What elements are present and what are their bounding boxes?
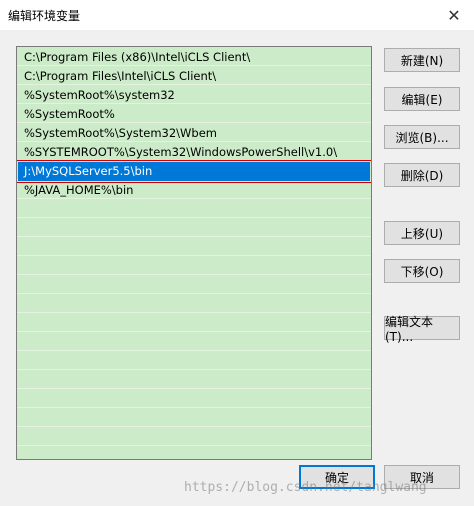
path-listbox[interactable]: C:\Program Files (x86)\Intel\iCLS Client…	[16, 46, 372, 460]
path-list-item[interactable]: J:\MySQLServer5.5\bin	[17, 160, 371, 183]
browse-button[interactable]: 浏览(B)...	[384, 125, 460, 149]
move-up-button[interactable]: 上移(U)	[384, 221, 460, 245]
path-list-item[interactable]: C:\Program Files (x86)\Intel\iCLS Client…	[18, 48, 370, 67]
edit-env-var-dialog: 编辑环境变量 ✕ C:\Program Files (x86)\Intel\iC…	[0, 0, 474, 506]
dialog-body: C:\Program Files (x86)\Intel\iCLS Client…	[0, 30, 474, 506]
new-button[interactable]: 新建(N)	[384, 48, 460, 72]
close-icon[interactable]: ✕	[434, 0, 474, 30]
edit-button[interactable]: 编辑(E)	[384, 87, 460, 111]
path-list: C:\Program Files (x86)\Intel\iCLS Client…	[17, 48, 371, 200]
path-list-item[interactable]: C:\Program Files\Intel\iCLS Client\	[18, 67, 370, 86]
edit-text-button[interactable]: 编辑文本(T)...	[384, 315, 460, 344]
path-list-item[interactable]: %SystemRoot%	[18, 105, 370, 124]
watermark: https://blog.csdn.net/tanglwang	[184, 480, 427, 495]
title-bar: 编辑环境变量 ✕	[0, 0, 474, 30]
delete-button[interactable]: 删除(D)	[384, 163, 460, 187]
path-list-item[interactable]: %SystemRoot%\System32\Wbem	[18, 124, 370, 143]
path-list-item[interactable]: %SYSTEMROOT%\System32\WindowsPowerShell\…	[18, 143, 370, 162]
window-title: 编辑环境变量	[8, 9, 81, 23]
path-list-item[interactable]: %JAVA_HOME%\bin	[18, 181, 370, 200]
path-list-item[interactable]: %SystemRoot%\system32	[18, 86, 370, 105]
move-down-button[interactable]: 下移(O)	[384, 259, 460, 283]
